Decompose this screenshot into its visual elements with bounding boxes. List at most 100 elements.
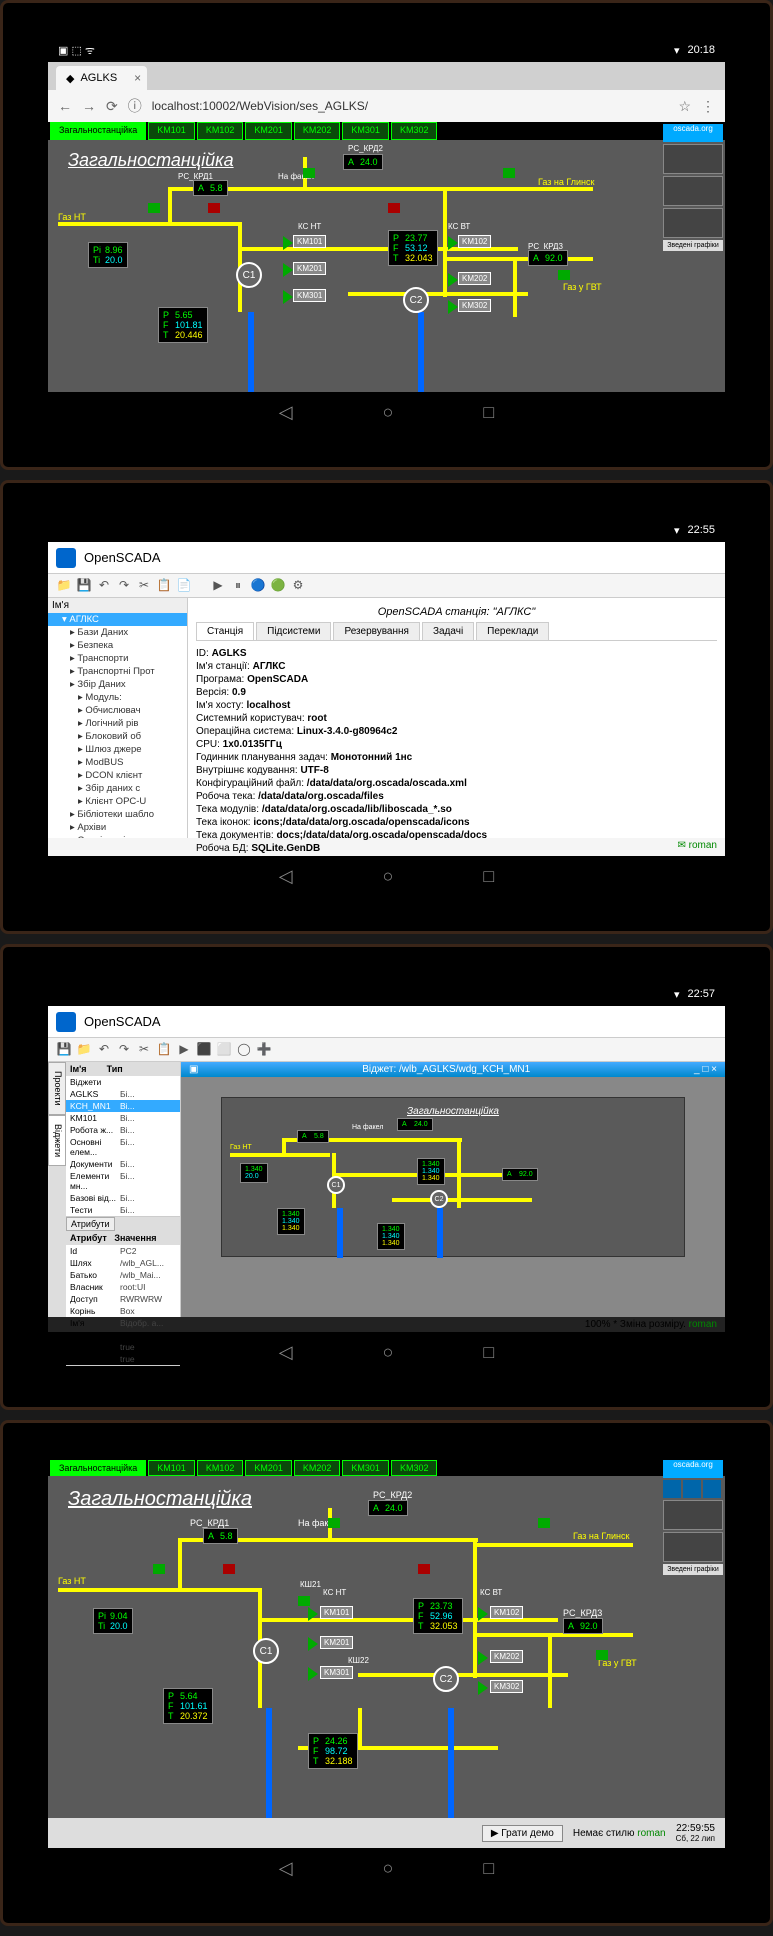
widget-row[interactable]: Робота ж...Ві... bbox=[66, 1124, 180, 1136]
toolbar-icon[interactable]: ⬛ bbox=[196, 1042, 212, 1058]
info-icon[interactable]: ⓘ bbox=[128, 96, 142, 116]
back-icon[interactable]: ◁ bbox=[279, 1342, 293, 1363]
toolbar-icon[interactable]: ✂ bbox=[136, 1042, 152, 1058]
readout[interactable]: A24.0 bbox=[397, 1118, 433, 1131]
tree-item[interactable]: ▸ Спеціальні bbox=[48, 834, 187, 838]
attr-row[interactable]: Ім'яВідобр. а... bbox=[66, 1317, 180, 1329]
oscada-logo[interactable]: oscada.org bbox=[663, 1460, 723, 1478]
toolbar-icon[interactable]: ↶ bbox=[96, 1042, 112, 1058]
canvas[interactable]: ▣ Віджет: /wlb_AGLKS/wdg_KCH_MN1 _ □ × З… bbox=[181, 1062, 725, 1317]
compressor[interactable]: KM102 bbox=[458, 235, 491, 248]
tree-item[interactable]: ▸ Клієнт OPC-U bbox=[48, 795, 187, 808]
valve[interactable] bbox=[303, 168, 315, 178]
readout[interactable]: 1.340 1.340 1.340 bbox=[277, 1208, 305, 1235]
widget-row[interactable]: KM101Ві... bbox=[66, 1112, 180, 1124]
readout[interactable]: A5.8 bbox=[297, 1130, 329, 1143]
readout-krd1[interactable]: A5.8 bbox=[203, 1528, 238, 1544]
separator[interactable]: C2 bbox=[430, 1190, 448, 1208]
valve-closed[interactable] bbox=[418, 1564, 430, 1574]
toolbar-icon[interactable]: 💾 bbox=[56, 1042, 72, 1058]
toolbar-icon[interactable]: 📋 bbox=[156, 578, 172, 594]
tree-item[interactable]: ▸ Шлюз джере bbox=[48, 743, 187, 756]
tree-item[interactable]: ▸ Модуль: bbox=[48, 691, 187, 704]
attr-row[interactable]: КоріньBox bbox=[66, 1305, 180, 1317]
compressor[interactable]: KM302 bbox=[490, 1680, 523, 1693]
valve-closed[interactable] bbox=[223, 1564, 235, 1574]
back-icon[interactable]: ◁ bbox=[279, 1858, 293, 1879]
separator-c2[interactable]: C2 bbox=[403, 287, 429, 313]
compressor[interactable]: KM101 bbox=[293, 235, 326, 248]
toolbar-icon[interactable]: ↶ bbox=[96, 578, 112, 594]
widget-row[interactable]: KCH_MN1Ві... bbox=[66, 1100, 180, 1112]
thumbnail[interactable] bbox=[663, 1500, 723, 1530]
nav-btn-home[interactable] bbox=[683, 1480, 701, 1498]
tree-item[interactable]: ▸ Блоковий об bbox=[48, 730, 187, 743]
summary-graphs-button[interactable]: Зведені графіки bbox=[663, 240, 723, 251]
home-icon[interactable]: ○ bbox=[383, 1858, 394, 1879]
thumbnail[interactable] bbox=[663, 176, 723, 206]
toolbar-icon[interactable]: 📁 bbox=[56, 578, 72, 594]
recent-icon[interactable]: □ bbox=[483, 1342, 494, 1363]
tree-item[interactable]: ▸ Логічний рів bbox=[48, 717, 187, 730]
compressor[interactable]: KM201 bbox=[320, 1636, 353, 1649]
toolbar-icon[interactable]: 📋 bbox=[156, 1042, 172, 1058]
readout-c1[interactable]: P5.65 F101.81 T20.446 bbox=[158, 307, 208, 343]
url-input[interactable]: localhost:10002/WebVision/ses_AGLKS/ bbox=[152, 99, 669, 113]
readout-krd3[interactable]: A92.0 bbox=[528, 250, 568, 266]
separator-c2[interactable]: C2 bbox=[433, 1666, 459, 1692]
tree-item[interactable]: ▸ Транспорти bbox=[48, 652, 187, 665]
widget-row[interactable]: AGLKSБі... bbox=[66, 1088, 180, 1100]
attr-row[interactable]: IdPC2 bbox=[66, 1245, 180, 1257]
toolbar-icon[interactable]: ↷ bbox=[116, 578, 132, 594]
toolbar-icon[interactable]: ⚙ bbox=[290, 578, 306, 594]
detail-tab[interactable]: Станція bbox=[196, 622, 254, 640]
tree-item[interactable]: ▸ Безпека bbox=[48, 639, 187, 652]
readout-c2[interactable]: P23.73 F52.96 T32.053 bbox=[413, 1598, 463, 1634]
scada-tab[interactable]: KM301 bbox=[342, 1460, 389, 1476]
scada-tab[interactable]: KM202 bbox=[294, 122, 341, 140]
readout-c1[interactable]: P5.64 F101.61 T20.372 bbox=[163, 1688, 213, 1724]
toolbar-icon[interactable]: ▶ bbox=[176, 1042, 192, 1058]
valve[interactable] bbox=[596, 1650, 608, 1660]
oscada-logo[interactable]: oscada.org bbox=[663, 124, 723, 142]
readout[interactable]: 1.340 1.340 1.340 bbox=[377, 1223, 405, 1250]
readout-inlet[interactable]: Pi8.96 Ti20.0 bbox=[88, 242, 128, 268]
side-tab[interactable]: Проекти bbox=[48, 1062, 66, 1115]
widget-row[interactable]: ТестиБі... bbox=[66, 1204, 180, 1216]
readout[interactable]: A92.0 bbox=[502, 1168, 538, 1181]
attr-row[interactable]: Включе...true bbox=[66, 1341, 180, 1353]
toolbar-icon[interactable]: 🟢 bbox=[270, 578, 286, 594]
close-icon[interactable]: × bbox=[134, 71, 141, 85]
attr-row[interactable]: Батько/wlb_Mai... bbox=[66, 1269, 180, 1281]
home-icon[interactable]: ○ bbox=[383, 866, 394, 887]
toolbar-icon[interactable]: ▶ bbox=[210, 578, 226, 594]
toolbar-icon[interactable]: ⬜ bbox=[216, 1042, 232, 1058]
nav-btn-back[interactable] bbox=[663, 1480, 681, 1498]
separator-c1[interactable]: C1 bbox=[253, 1638, 279, 1664]
tree-item[interactable]: ▸ Архіви bbox=[48, 821, 187, 834]
detail-tab[interactable]: Задачі bbox=[422, 622, 474, 640]
tree-item[interactable]: ▸ ModBUS bbox=[48, 756, 187, 769]
toolbar-icon[interactable]: 📁 bbox=[76, 1042, 92, 1058]
play-demo-button[interactable]: ▶ Грати демо bbox=[482, 1825, 563, 1842]
widget-row[interactable]: Базові від...Бі... bbox=[66, 1192, 180, 1204]
reload-icon[interactable]: ⟳ bbox=[106, 98, 118, 115]
toolbar-icon[interactable]: ◯ bbox=[236, 1042, 252, 1058]
widget-row[interactable]: Віджети bbox=[66, 1076, 180, 1088]
scada-tab[interactable]: KM201 bbox=[245, 122, 292, 140]
readout-krd1[interactable]: A5.8 bbox=[193, 180, 228, 196]
widget-row[interactable]: ДокументиБі... bbox=[66, 1158, 180, 1170]
attrs-tab[interactable]: Атрибути bbox=[66, 1217, 115, 1231]
browser-tab[interactable]: ◆ AGLKS × bbox=[56, 66, 147, 90]
toolbar-icon[interactable]: ↷ bbox=[116, 1042, 132, 1058]
toolbar-icon[interactable]: 📄 bbox=[176, 578, 192, 594]
compressor[interactable]: KM301 bbox=[320, 1666, 353, 1679]
tree-item[interactable]: ▸ Транспортні Прот bbox=[48, 665, 187, 678]
compressor[interactable]: KM202 bbox=[458, 272, 491, 285]
tree-item[interactable]: ▸ Бази Даних bbox=[48, 626, 187, 639]
back-icon[interactable]: ← bbox=[58, 98, 72, 114]
scada-tab[interactable]: KM101 bbox=[148, 122, 195, 140]
readout-c2[interactable]: P23.77 F53.12 T32.043 bbox=[388, 230, 438, 266]
mini-scada[interactable]: Загальностанційка Газ НТ На факел A5.8 A… bbox=[221, 1097, 685, 1257]
attr-row[interactable]: Власникroot:UI bbox=[66, 1281, 180, 1293]
